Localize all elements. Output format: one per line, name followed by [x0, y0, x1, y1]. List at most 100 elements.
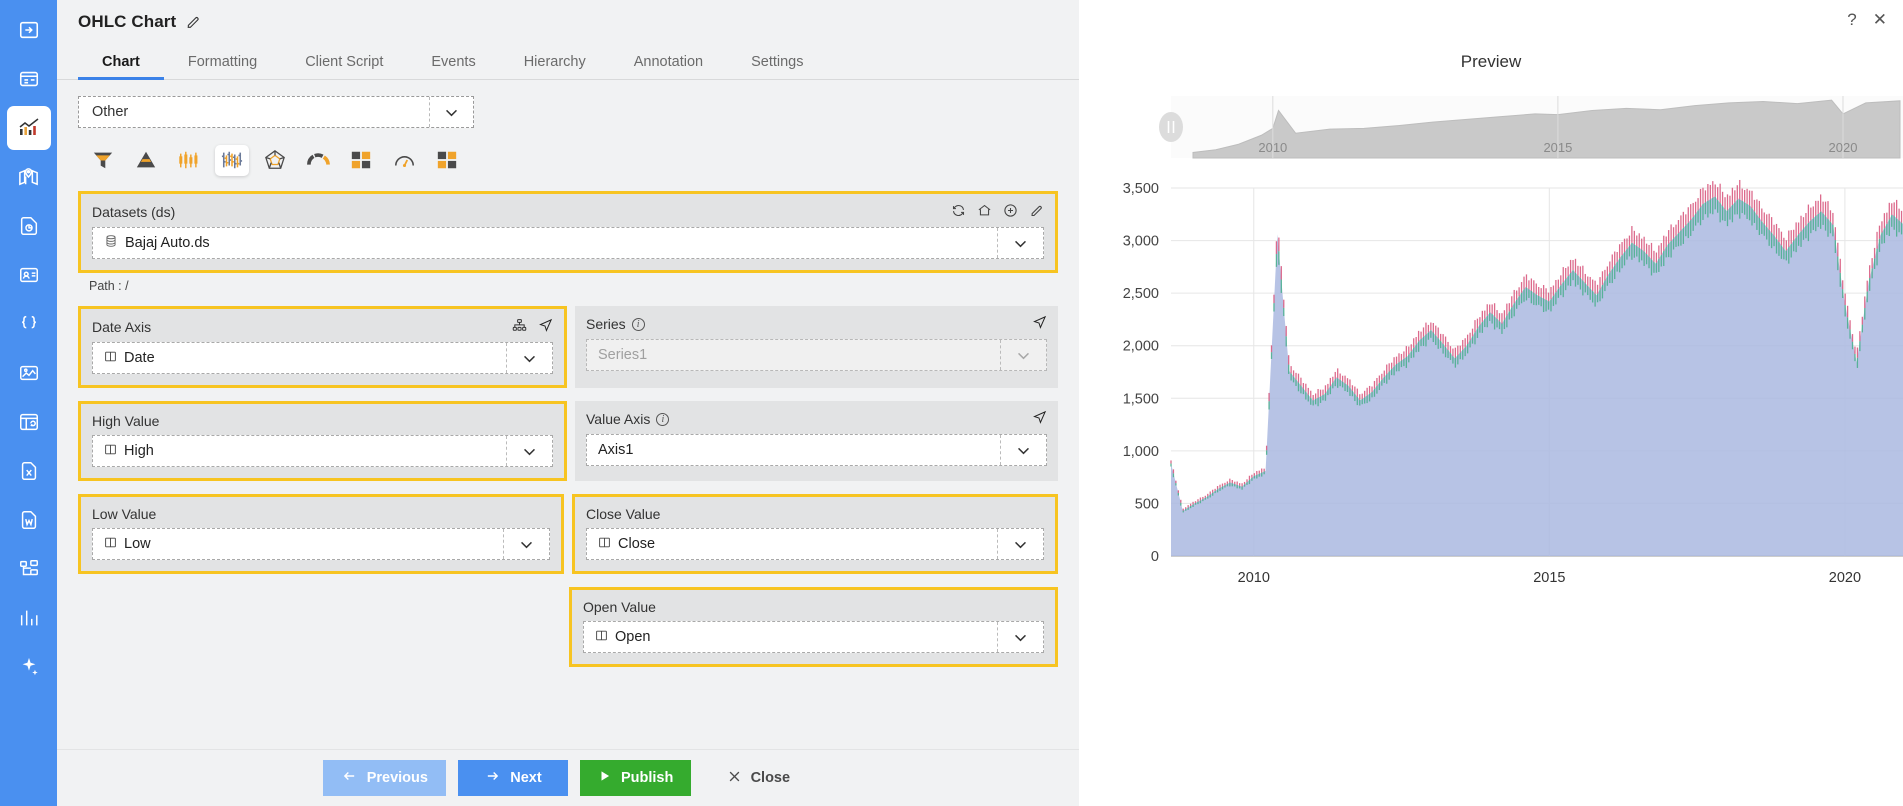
high-value-label: High Value [92, 413, 160, 429]
close-window-icon[interactable]: ✕ [1873, 10, 1887, 30]
date-axis-field[interactable]: Date [92, 342, 553, 374]
pyramid-chart-icon[interactable] [129, 145, 163, 176]
close-button[interactable]: Close [703, 760, 813, 796]
series-info-icon[interactable]: i [631, 317, 645, 331]
value-axis-chevron-down-icon[interactable] [1000, 435, 1046, 465]
series-chevron-down-icon[interactable] [1000, 340, 1046, 370]
navigate-icon[interactable] [538, 318, 553, 336]
svg-text:1,500: 1,500 [1123, 391, 1159, 407]
low-value-field[interactable]: Low [92, 528, 550, 560]
home-icon[interactable] [977, 203, 992, 221]
next-button[interactable]: Next [457, 760, 568, 796]
contact-card-icon [19, 267, 38, 283]
hierarchy-icon[interactable] [512, 318, 527, 336]
gauge-arc-chart-icon[interactable] [301, 145, 335, 176]
svg-text:0: 0 [1151, 549, 1159, 565]
ohlc-chart-svg[interactable]: 2010 2015 2020 0 500 1,000 1,500 2,000 2,500 3,00… [1079, 88, 1903, 618]
rail-item-expand-panel[interactable] [7, 8, 51, 52]
play-icon [598, 769, 612, 787]
value-axis-field[interactable]: Axis1 [586, 434, 1047, 466]
tab-settings[interactable]: Settings [727, 54, 827, 79]
tab-hierarchy[interactable]: Hierarchy [500, 54, 610, 79]
series-label: Series [586, 316, 626, 332]
help-icon[interactable]: ? [1847, 10, 1856, 30]
edit-square-icon[interactable] [1029, 203, 1044, 221]
close-value-label: Close Value [586, 506, 661, 522]
row-date-series: Date Axis Date Series i Series1 [78, 306, 1058, 388]
svg-text:3,500: 3,500 [1123, 181, 1159, 197]
tile-chart-icon[interactable] [430, 145, 464, 176]
rail-item-analytics[interactable] [7, 596, 51, 640]
candlestick-chart-icon[interactable] [172, 145, 206, 176]
low-value-value: Low [124, 536, 151, 552]
svg-text:1,000: 1,000 [1123, 444, 1159, 460]
svg-text:2010: 2010 [1258, 140, 1287, 155]
rail-item-image-chart[interactable] [7, 351, 51, 395]
rail-item-report[interactable] [7, 204, 51, 248]
datasets-value: Bajaj Auto.ds [125, 235, 210, 251]
rail-item-tree-structure[interactable] [7, 547, 51, 591]
row-high-valueaxis: High Value High Value Axis i Axis1 [78, 401, 1058, 481]
add-circle-icon[interactable] [1003, 203, 1018, 221]
ohlc-chart-icon[interactable] [215, 144, 249, 176]
tab-formatting[interactable]: Formatting [164, 54, 281, 79]
date-axis-chevron-down-icon[interactable] [506, 343, 552, 373]
config-pane: OHLC Chart Chart Formatting Client Scrip… [57, 0, 1082, 806]
svg-text:2010: 2010 [1238, 570, 1270, 586]
spacer-cell [78, 587, 561, 667]
open-value-field[interactable]: Open [583, 621, 1044, 653]
previous-button[interactable]: Previous [322, 760, 446, 796]
high-value-value: High [124, 443, 154, 459]
svg-text:2020: 2020 [1829, 140, 1858, 155]
tab-annotation[interactable]: Annotation [610, 54, 727, 79]
refresh-icon[interactable] [951, 203, 966, 221]
speedometer-chart-icon[interactable] [387, 145, 421, 176]
close-value-field[interactable]: Close [586, 528, 1044, 560]
rail-item-excel-file[interactable] [7, 449, 51, 493]
datasets-group: Datasets (ds) Bajaj Auto.ds [78, 191, 1058, 273]
arrow-left-icon [341, 769, 358, 787]
treemap-chart-icon[interactable] [344, 145, 378, 176]
chevron-down-icon[interactable] [429, 97, 473, 127]
rail-item-chart[interactable] [6, 106, 51, 150]
low-value-chevron-down-icon[interactable] [503, 529, 549, 559]
window-controls: ? ✕ [1847, 10, 1887, 30]
tab-client-script[interactable]: Client Script [281, 54, 407, 79]
preview-title: Preview [1460, 52, 1522, 71]
radar-chart-icon[interactable] [258, 145, 292, 176]
tree-structure-icon [19, 560, 38, 576]
series-field[interactable]: Series1 [586, 339, 1047, 371]
tab-events[interactable]: Events [407, 54, 499, 79]
left-rail [0, 0, 57, 806]
datasets-chevron-down-icon[interactable] [997, 228, 1043, 258]
publish-button[interactable]: Publish [579, 760, 692, 796]
map-icon [19, 167, 38, 185]
close-value-chevron-down-icon[interactable] [997, 529, 1043, 559]
high-value-chevron-down-icon[interactable] [506, 436, 552, 466]
window-refresh-icon [19, 413, 38, 431]
svg-text:2020: 2020 [1829, 570, 1861, 586]
rail-item-map[interactable] [7, 155, 51, 199]
rail-item-word-file[interactable] [7, 498, 51, 542]
rail-item-dashboard[interactable] [7, 57, 51, 101]
value-axis-info-icon[interactable]: i [656, 412, 670, 426]
open-value-chevron-down-icon[interactable] [997, 622, 1043, 652]
value-axis-navigate-icon[interactable] [1032, 410, 1047, 428]
high-value-field[interactable]: High [92, 435, 553, 467]
datasets-field[interactable]: Bajaj Auto.ds [92, 227, 1044, 259]
arrow-right-icon [484, 769, 501, 787]
config-content: Other Datasets (ds) Bajaj Auto.ds Path:… [57, 80, 1079, 667]
series-navigate-icon[interactable] [1032, 315, 1047, 333]
rail-item-contact-card[interactable] [7, 253, 51, 297]
datasets-label-row: Datasets (ds) [81, 194, 1055, 227]
rail-item-code[interactable] [7, 302, 51, 346]
chart-family-select[interactable]: Other [78, 96, 474, 128]
rail-item-window-refresh[interactable] [7, 400, 51, 444]
tab-chart[interactable]: Chart [78, 54, 164, 80]
title-edit-icon[interactable] [185, 14, 201, 30]
rail-item-sparkle-ai[interactable] [7, 645, 51, 689]
funnel-chart-icon[interactable] [86, 145, 120, 176]
tab-bar: Chart Formatting Client Script Events Hi… [57, 44, 1079, 80]
action-button-bar: Previous Next Publish Close [57, 749, 1079, 806]
database-icon [104, 234, 118, 252]
